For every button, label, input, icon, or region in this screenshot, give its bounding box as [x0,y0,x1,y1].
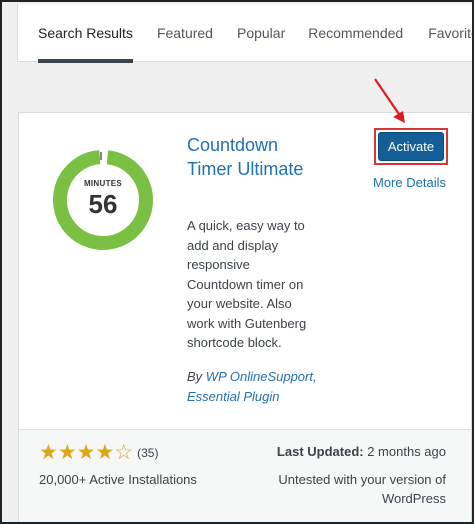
more-details-link[interactable]: More Details [373,175,446,190]
plugin-author: By WP OnlineSupport, Essential Plugin [187,367,327,406]
tab-search-results[interactable]: Search Results [38,4,133,63]
tab-popular[interactable]: Popular [237,4,285,62]
plugin-description: A quick, easy way to add and display res… [187,218,307,350]
last-updated: Last Updated: 2 months ago [277,444,446,459]
icon-number: 56 [88,189,118,219]
tab-recommended[interactable]: Recommended [308,4,403,62]
author-link[interactable]: WP OnlineSupport, Essential Plugin [187,369,317,404]
rating-count: (35) [137,445,159,460]
last-updated-value: 2 months ago [367,444,446,459]
star-empty-icon: ☆ [114,441,134,464]
active-installs: 20,000+ Active Installations [39,472,197,487]
icon-caption: MINUTES [83,179,123,188]
tab-favorites[interactable]: Favorites [428,4,472,62]
plugin-icon[interactable]: MINUTES 56 [51,148,155,252]
plugin-install-screen: Search Results Featured Popular Recommen… [0,0,474,524]
star-filled-icon: ★ [95,441,115,464]
arrow-pointing-down-right-icon [374,78,405,123]
plugin-card-bottom: ★ ★ ★ ★ ☆ (35) 20,000+ Active Installati… [19,429,471,522]
author-prefix: By [187,369,203,384]
activate-button[interactable]: Activate [378,132,444,161]
last-updated-label: Last Updated: [276,444,364,459]
plugin-card-top: MINUTES 56 Countdown Timer Ultimate A qu… [19,78,471,429]
star-rating: ★ ★ ★ ★ ☆ (35) [39,442,158,463]
star-filled-icon: ★ [57,441,77,464]
plugin-card: MINUTES 56 Countdown Timer Ultimate A qu… [18,78,472,522]
tab-featured[interactable]: Featured [157,4,213,62]
star-filled-icon: ★ [39,441,58,464]
plugin-filter-tabs: Search Results Featured Popular Recommen… [17,4,472,63]
plugin-title[interactable]: Countdown Timer Ultimate [187,133,307,181]
star-filled-icon: ★ [76,441,96,464]
compatibility-notice: Untested with your version of WordPress [278,472,446,506]
